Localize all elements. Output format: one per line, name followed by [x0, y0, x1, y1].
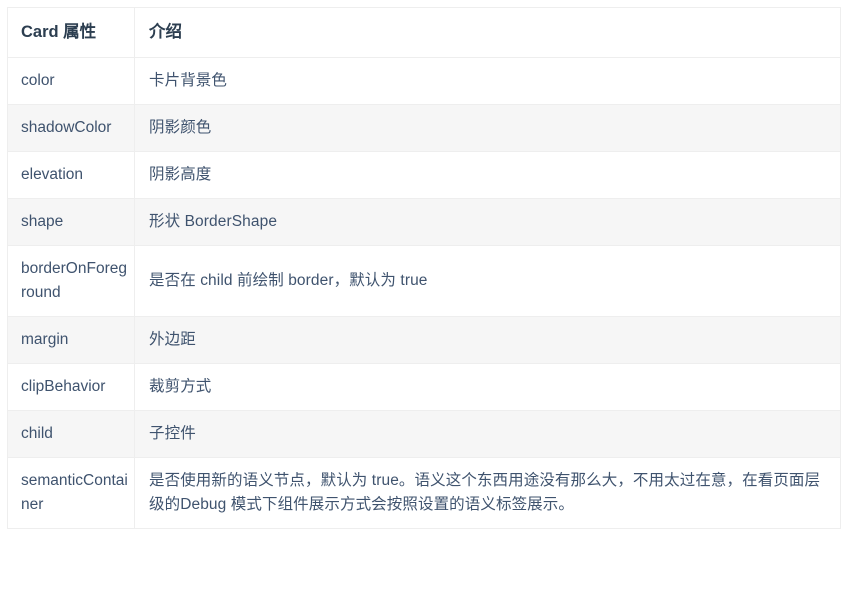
property-description-cell: 外边距	[134, 315, 841, 364]
table-container: Card 属性 介绍 color 卡片背景色 shadowColor 阴影颜色 elev…	[0, 0, 849, 529]
property-name-cell: color	[7, 56, 135, 105]
table-row: elevation 阴影高度	[7, 150, 841, 199]
property-description-cell: 卡片背景色	[134, 56, 841, 105]
column-header-description: 介绍	[134, 7, 841, 58]
property-name-cell: child	[7, 409, 135, 458]
table-row: margin 外边距	[7, 315, 841, 364]
table-header-row: Card 属性 介绍	[7, 7, 841, 58]
property-description-cell: 形状 BorderShape	[134, 197, 841, 246]
table-header: Card 属性 介绍	[7, 7, 841, 58]
property-name-cell: borderOnForeground	[7, 244, 135, 317]
property-description-cell: 子控件	[134, 409, 841, 458]
table-row: shape 形状 BorderShape	[7, 197, 841, 246]
property-name-cell: margin	[7, 315, 135, 364]
column-header-property-name: Card 属性	[7, 7, 135, 58]
table-row: borderOnForeground 是否在 child 前绘制 border，默…	[7, 244, 841, 317]
property-name-cell: shadowColor	[7, 103, 135, 152]
table-row: clipBehavior 裁剪方式	[7, 362, 841, 411]
table-row: shadowColor 阴影颜色	[7, 103, 841, 152]
property-name-cell: shape	[7, 197, 135, 246]
table-row: color 卡片背景色	[7, 56, 841, 105]
table-row: child 子控件	[7, 409, 841, 458]
property-description-cell: 是否在 child 前绘制 border，默认为 true	[134, 244, 841, 317]
table-row: semanticContainer 是否使用新的语义节点，默认为 true。语义这…	[7, 456, 841, 529]
property-description-cell: 阴影颜色	[134, 103, 841, 152]
property-name-cell: clipBehavior	[7, 362, 135, 411]
property-description-cell: 阴影高度	[134, 150, 841, 199]
property-description-cell: 裁剪方式	[134, 362, 841, 411]
property-name-cell: elevation	[7, 150, 135, 199]
table-body: color 卡片背景色 shadowColor 阴影颜色 elevation 阴影高度 sh…	[7, 56, 841, 529]
card-properties-table: Card 属性 介绍 color 卡片背景色 shadowColor 阴影颜色 elev…	[7, 7, 841, 529]
property-name-cell: semanticContainer	[7, 456, 135, 529]
property-description-cell: 是否使用新的语义节点，默认为 true。语义这个东西用途没有那么大，不用太过在意…	[134, 456, 841, 529]
